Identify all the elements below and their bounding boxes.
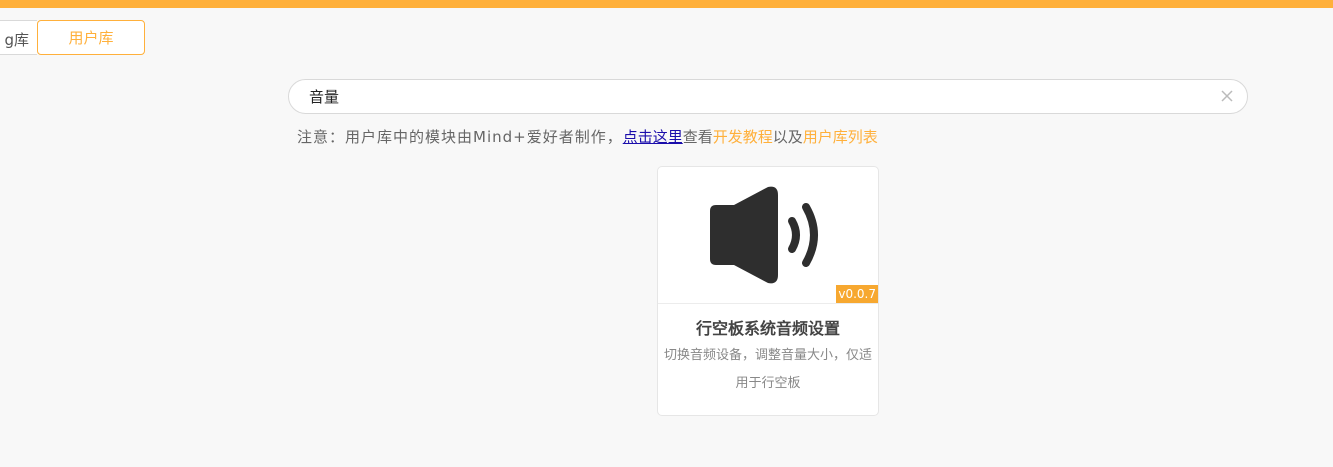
tab-previous-label: g库 (4, 31, 29, 49)
notice-prefix: 注意：用户库中的模块由Mind+爱好者制作， (297, 128, 623, 146)
user-library-list-link[interactable]: 用户库列表 (803, 128, 878, 146)
search-input[interactable] (309, 80, 1189, 113)
top-accent-bar (0, 0, 1333, 8)
card-description: 切换音频设备，调整音量大小，仅适用于行空板 (664, 348, 873, 391)
speaker-volume-icon (710, 186, 818, 284)
tab-user-library[interactable]: 用户库 (37, 20, 145, 55)
click-here-link[interactable]: 点击这里 (623, 128, 683, 146)
dev-tutorial-link[interactable]: 开发教程 (713, 128, 773, 146)
version-badge: v0.0.7 (836, 285, 878, 303)
notice-connector: 以及 (772, 128, 803, 146)
tab-previous-library[interactable]: g库 (0, 20, 37, 55)
search-box (288, 79, 1248, 114)
notice-text: 注意：用户库中的模块由Mind+爱好者制作，点击这里查看开发教程以及用户库列表 (297, 126, 878, 147)
card-title: 行空板系统音频设置 (695, 319, 840, 338)
library-card[interactable]: v0.0.7 行空板系统音频设置 切换音频设备，调整音量大小，仅适用于行空板 (657, 166, 879, 416)
card-image: v0.0.7 (658, 167, 878, 304)
notice-middle: 查看 (682, 128, 713, 146)
clear-icon[interactable] (1219, 88, 1235, 104)
